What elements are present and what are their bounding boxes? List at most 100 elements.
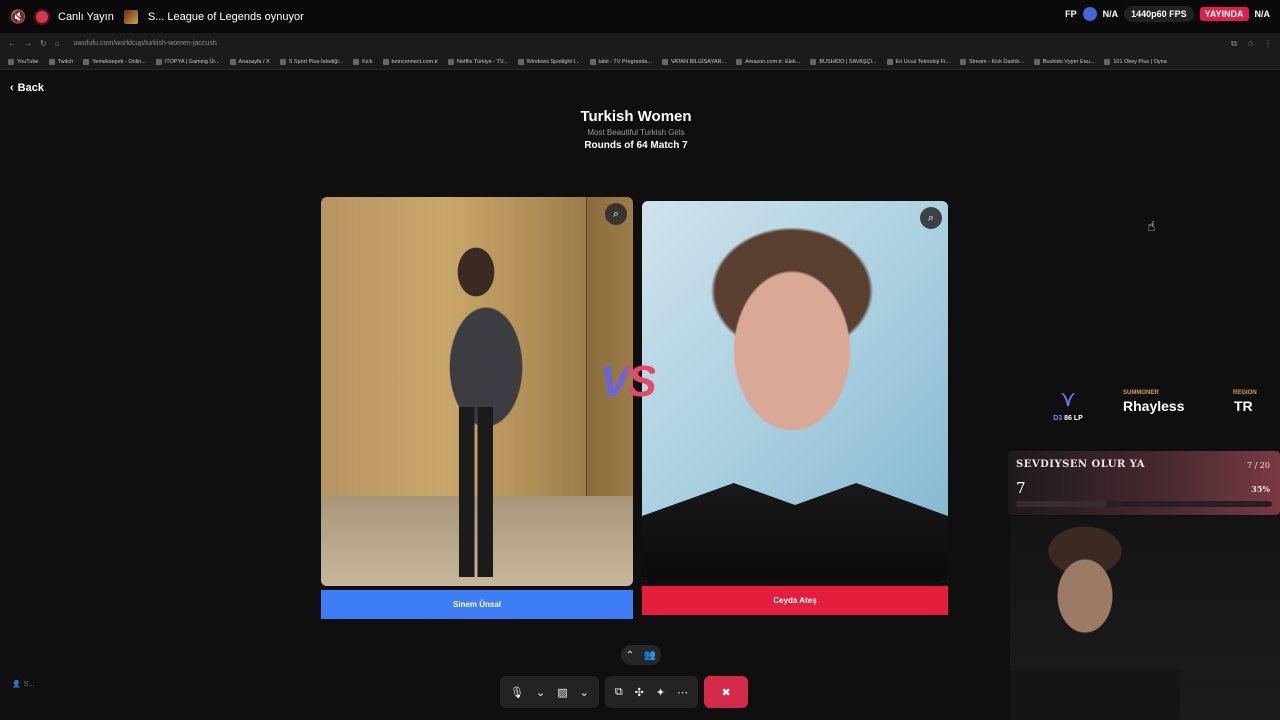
mic-options-chevron-icon[interactable]: ⌄ [536,686,545,699]
goal-count: 7 / 20 [1246,461,1270,470]
bookmark-label: Stream - Kick Dashb... [968,58,1024,65]
home-icon[interactable]: ⌂ [55,39,60,48]
media-controls: 🎙 ⌄ ▨ ⌄ [500,676,599,708]
call-controls: 🎙 ⌄ ▨ ⌄ ⧉ ✣ ✦ ⋯ ✖ [500,675,782,709]
rank-tier: D3 [1053,415,1063,422]
vote-right-button[interactable]: Ceyda Ateş [642,586,948,615]
bookmark-label: S Sport Plus-İstediği... [288,58,344,65]
viewer-avatar-icon [1082,7,1097,21]
share-controls: ⧉ ✣ ✦ ⋯ [604,676,699,708]
bookmark-label: Windows Spotlight I... [526,58,580,65]
browser-address-bar: ← → ↻ ⌂ uwufufu.com/worldcup/turkish-wom… [0,33,1280,54]
bookmark-favicon-icon [1104,58,1111,65]
camera-options-chevron-icon[interactable]: ⌄ [580,686,589,699]
apps-icon[interactable]: ✣ [635,686,644,699]
bookmark-favicon-icon [83,58,90,65]
activities-icon[interactable]: ✦ [656,686,665,699]
bookmark-item[interactable]: VATAN BİLGİSAYAR... [661,58,726,65]
participants-toggle[interactable]: ⌃ 👥 [621,645,661,665]
bookmark-item[interactable]: Amazon.com.tr: Elek... [736,58,801,65]
goal-progress-fill [1016,501,1106,507]
stream-top-bar: 🔇 Canlı Yayın S... League of Legends oyn… [0,0,1280,33]
bookmark-label: ITOPYA | Gaming Ür... [164,58,220,65]
bookmark-item[interactable]: Bushido Vyper Eau... [1033,58,1094,65]
participants-icon: 👥 [643,649,657,661]
bookmark-favicon-icon [155,58,162,65]
bookmark-item[interactable]: beinconnect.com.tr [382,58,439,65]
bottom-left-label: S... [23,680,35,688]
candidate-right-image[interactable]: ⌕ [642,201,948,582]
bookmark-star-icon[interactable]: ☆ [1247,39,1254,49]
candidate-left-image[interactable]: ⌕ [321,197,633,586]
leave-call-button[interactable]: ✖ [704,676,749,708]
bookmark-item[interactable]: 101 Okey Plus | Oyna [1104,58,1167,65]
rank-text: D3 86 LP [1043,415,1093,422]
live-indicator-icon [36,10,48,23]
bookmark-item[interactable]: tabii - TV Programla... [589,58,652,65]
match-header: Turkish Women Most Beautiful Turkish Gir… [0,108,1272,151]
vs-label: VS [600,357,657,406]
extensions-icon[interactable]: ⋮ [1264,39,1272,49]
bookmark-item[interactable]: Kick [353,58,373,65]
bookmark-label: YouTube [17,58,39,65]
back-arrow-icon[interactable]: ← [8,39,16,48]
na-value-1: N/A [1102,9,1119,19]
speaker-muted-icon[interactable]: 🔇 [10,9,26,25]
summoner-name: Rhayless [1123,398,1185,414]
more-options-icon[interactable]: ⋯ [677,686,688,699]
bookmark-item[interactable]: Twitch [48,58,74,65]
back-button[interactable]: ‹ Back [10,82,44,94]
live-badge: YAYINDA [1199,7,1249,21]
bookmark-label: beinconnect.com.tr [391,58,439,65]
microphone-icon[interactable]: 🎙 [510,686,524,699]
screen-share-icon[interactable]: ⧉ [615,686,623,699]
summoner-overlay: ⋎ D3 86 LP SUMMONER Rhayless REGION TR [1043,385,1268,427]
user-add-icon: 👤 [12,681,21,688]
forward-arrow-icon[interactable]: → [24,39,32,48]
hand-cursor-icon: ☝ [1147,218,1156,234]
region-value: TR [1234,398,1253,414]
page-title: Turkish Women [580,108,692,125]
bookmark-item[interactable]: En Ucuz Teknoloji Fi... [886,58,950,65]
bookmark-item[interactable]: Stream - Kick Dashb... [959,58,1024,65]
stream-title: S... League of Legends oynuyor [147,10,304,23]
bookmark-item[interactable]: YouTube [8,58,39,65]
bookmark-favicon-icon [661,58,668,65]
summoner-label: SUMMONER [1123,390,1159,396]
translate-icon[interactable]: ⧉ [1231,39,1237,49]
bookmark-item[interactable]: Netflix Türkiye - TV... [448,58,508,65]
chevron-left-icon: ‹ [10,82,14,94]
bookmark-item[interactable]: ITOPYA | Gaming Ür... [155,58,220,65]
bookmark-label: Twitch [57,58,74,65]
bookmark-label: tabii - TV Programla... [598,58,652,65]
bookmark-favicon-icon [736,58,743,65]
follower-goal-widget: SEVDIYSEN OLUR YA 7 / 20 7 35% [1008,451,1280,515]
bookmark-favicon-icon [448,58,455,65]
round-info: Rounds of 64 Match 7 [584,140,688,151]
bookmark-label: 101 Okey Plus | Oyna [1113,58,1167,65]
fps-badge: 1440p60 FPS [1124,6,1194,22]
bookmark-item[interactable]: S Sport Plus-İstediği... [279,58,344,65]
na-value-2: N/A [1254,9,1271,19]
goal-percent: 35% [1251,484,1270,494]
back-label: Back [17,82,44,94]
bookmark-label: Amazon.com.tr: Elek... [745,58,801,65]
vote-left-button[interactable]: Sinem Ünsal [321,590,633,619]
camera-off-icon[interactable]: ▨ [557,686,567,699]
zoom-left-icon[interactable]: ⌕ [605,203,627,225]
boots [459,407,493,577]
url-field[interactable]: uwufufu.com/worldcup/turkish-women-jaccu… [74,40,217,47]
bookmark-item[interactable]: Windows Spotlight I... [517,58,580,65]
bottom-left-status: 👤 S... [12,680,35,689]
rank-emblem-icon: ⋎ [1059,386,1077,411]
bookmarks-bar: YouTube Twitch Yemeksepeti - Onlin... ITOPY… [0,54,1280,70]
region-label: REGION [1233,390,1257,396]
bookmark-item[interactable]: Anasayfa / X [229,58,270,65]
bookmark-item[interactable]: Yemeksepeti - Onlin... [83,58,146,65]
reload-icon[interactable]: ↻ [40,39,47,48]
zoom-right-icon[interactable]: ⌕ [920,207,942,229]
bookmark-item[interactable]: BUSHIDO | SAVAŞÇI... [810,58,877,65]
bookmark-favicon-icon [589,58,596,65]
fps-prefix: FP [1065,9,1077,19]
live-label: Canlı Yayın [58,10,114,23]
